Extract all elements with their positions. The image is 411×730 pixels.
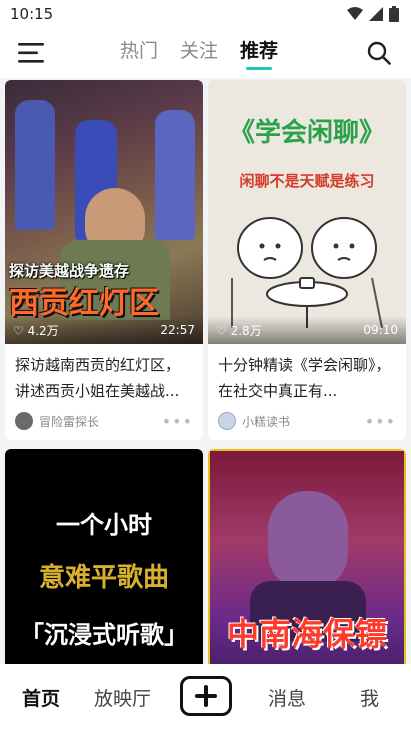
plus-icon: [195, 685, 217, 707]
like-count-row: ♡ 4.2万: [13, 322, 59, 339]
heart-icon: ♡: [216, 323, 227, 338]
nav-me[interactable]: 我: [360, 684, 379, 711]
search-icon[interactable]: [367, 41, 391, 65]
nav-home[interactable]: 首页: [22, 684, 60, 711]
video-duration: 22:57: [160, 323, 195, 337]
figure-shape: [155, 110, 195, 240]
video-cover[interactable]: 《学会闲聊》 闲聊不是天赋是练习 ♡ 2.8万 09:10: [208, 80, 406, 344]
video-card[interactable]: 中南海保镖: [208, 449, 406, 664]
battery-icon: [389, 6, 399, 22]
video-cover[interactable]: 一个小时 意难平歌曲 「沉浸式听歌」: [5, 449, 203, 664]
video-card[interactable]: 探访美越战争遗存 西贡红灯区 ♡ 4.2万 22:57 探访越南西贡的红灯区，讲…: [5, 80, 203, 440]
tab-hot[interactable]: 热门: [120, 36, 158, 72]
video-title[interactable]: 探访越南西贡的红灯区，讲述西贡小姐在美越战...: [5, 344, 203, 406]
video-card[interactable]: 一个小时 意难平歌曲 「沉浸式听歌」: [5, 449, 203, 664]
video-card[interactable]: 《学会闲聊》 闲聊不是天赋是练习 ♡ 2.8万 09:10 十分钟精读《学会闲聊…: [208, 80, 406, 440]
feed-tabs: 热门 关注 推荐: [120, 36, 278, 72]
author-row: 小糕读书 •••: [208, 406, 406, 440]
video-title[interactable]: 十分钟精读《学会闲聊》，在社交中真正有...: [208, 344, 406, 406]
tab-follow[interactable]: 关注: [180, 36, 218, 72]
video-feed: 探访美越战争遗存 西贡红灯区 ♡ 4.2万 22:57 探访越南西贡的红灯区，讲…: [0, 78, 411, 664]
more-dots-icon[interactable]: •••: [365, 412, 396, 431]
video-cover[interactable]: 探访美越战争遗存 西贡红灯区 ♡ 4.2万 22:57: [5, 80, 203, 344]
author-row: 冒险雷探长 •••: [5, 406, 203, 440]
wifi-icon: [347, 7, 363, 20]
author-name[interactable]: 小糕读书: [242, 413, 365, 430]
status-time: 10:15: [10, 5, 54, 23]
cover-subtitle: 「沉浸式听歌」: [20, 620, 188, 649]
signal-icon: [369, 7, 383, 21]
cover-title: 中南海保镖: [226, 615, 387, 653]
status-bar: 10:15: [0, 0, 411, 28]
like-count: 4.2万: [27, 323, 59, 338]
face-shape: [268, 491, 348, 591]
cartoon-illustration: [231, 217, 383, 328]
cover-subtitle: 闲聊不是天赋是练习: [239, 172, 375, 190]
avatar[interactable]: [15, 412, 33, 430]
nav-cinema[interactable]: 放映厅: [94, 684, 151, 711]
nav-messages[interactable]: 消息: [268, 684, 306, 711]
menu-icon[interactable]: [18, 42, 44, 64]
heart-icon: ♡: [13, 323, 24, 338]
cover-meta: ♡ 2.8万 09:10: [208, 316, 406, 344]
status-icons: [347, 6, 399, 22]
video-cover[interactable]: 中南海保镖: [208, 449, 406, 664]
avatar[interactable]: [218, 412, 236, 430]
like-count-row: ♡ 2.8万: [216, 322, 262, 339]
more-dots-icon[interactable]: •••: [162, 412, 193, 431]
cover-title: 意难平歌曲: [38, 563, 169, 593]
cover-line: 一个小时: [56, 510, 152, 539]
figure-shape: [15, 100, 55, 230]
like-count: 2.8万: [230, 323, 262, 338]
top-bar: 热门 关注 推荐: [0, 28, 411, 78]
bottom-nav: 首页 放映厅 消息 我: [0, 664, 411, 730]
tab-recommend[interactable]: 推荐: [240, 36, 278, 72]
cover-meta: ♡ 4.2万 22:57: [5, 316, 203, 344]
add-button[interactable]: [180, 676, 232, 716]
author-name[interactable]: 冒险雷探长: [39, 413, 162, 430]
cover-title: 《学会闲聊》: [228, 118, 385, 148]
video-duration: 09:10: [363, 323, 398, 337]
